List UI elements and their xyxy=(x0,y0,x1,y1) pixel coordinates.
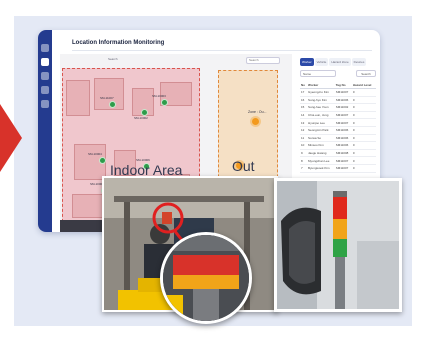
arrow-right-icon xyxy=(0,104,22,172)
room-block xyxy=(66,80,90,116)
tag-label: SM-10004 xyxy=(88,152,102,156)
table-cell: 0 xyxy=(351,96,376,105)
table-cell: 0 xyxy=(351,141,376,150)
tag-marker[interactable] xyxy=(110,102,115,107)
tag-marker[interactable] xyxy=(162,100,167,105)
table-cell: Hyunjoo Lee xyxy=(307,118,335,127)
table-cell: SM11002 xyxy=(334,103,352,112)
table-cell: Byungwook Kim xyxy=(307,164,335,173)
table-cell: Choi-eun, Jung xyxy=(307,111,335,120)
divider xyxy=(72,50,372,51)
table-row[interactable]: 13 Hyunjoo Lee SM11007 0 xyxy=(300,118,376,127)
table-cell: 9 xyxy=(300,149,308,158)
table-row[interactable]: 12 Seongmin Park SM11006 0 xyxy=(300,126,376,135)
tab-devices[interactable]: Devices xyxy=(351,58,367,66)
home-icon[interactable] xyxy=(41,44,49,52)
tag-label: SM-11007 xyxy=(100,96,114,100)
table-cell: SM11007 xyxy=(334,118,352,127)
sidebar xyxy=(38,30,52,232)
table-cell: 10 xyxy=(300,141,308,150)
table-body: 17 Gyeong-ho Kim SM11007 0 16 Sung-hyo Kim SM1… xyxy=(300,88,376,173)
table-row[interactable]: 14 Choi-eun, Jung SM11007 0 xyxy=(300,111,376,120)
table-cell: 0 xyxy=(351,149,376,158)
outdoor-label-line1: Out xyxy=(232,158,255,174)
table-cell: 16 xyxy=(300,96,308,105)
tower-light-graphic xyxy=(277,181,399,309)
table-cell: Sung-hyo Kim xyxy=(307,96,335,105)
table-cell: Sung-hee Yoon xyxy=(307,103,335,112)
table-cell: 7 xyxy=(300,164,308,173)
settings-icon[interactable] xyxy=(41,100,49,108)
zoom-detail-circle xyxy=(160,232,252,324)
table-row[interactable]: 16 Sung-hyo Kim SM11006 0 xyxy=(300,96,376,105)
table-row[interactable]: 8 Myungchan Lee SM11007 0 xyxy=(300,156,376,165)
table-cell: Myungchan Lee xyxy=(307,156,335,165)
table-cell: SM11006 xyxy=(334,141,352,150)
zone-tag: Zone : Ou... xyxy=(248,110,267,114)
map-icon[interactable] xyxy=(41,58,49,66)
filter-select[interactable]: Name xyxy=(300,70,336,77)
table-cell: 15 xyxy=(300,103,308,112)
table-cell: Jaegu Hwang xyxy=(307,149,335,158)
table-cell: 14 xyxy=(300,111,308,120)
table-cell: 0 xyxy=(351,103,376,112)
zoom-detail-graphic xyxy=(163,235,249,321)
table-row[interactable]: 15 Sung-hee Yoon SM11002 0 xyxy=(300,103,376,112)
map-search-input[interactable] xyxy=(246,57,280,64)
document-icon[interactable] xyxy=(41,86,49,94)
table-cell: 0 xyxy=(351,111,376,120)
table-cell: SM11006 xyxy=(334,134,352,143)
table-cell: SM11006 xyxy=(334,126,352,135)
page-title: Location Information Monitoring xyxy=(72,40,165,46)
table-cell: 13 xyxy=(300,118,308,127)
tag-label: SM-10002 xyxy=(134,116,148,120)
table-cell: 11 xyxy=(300,134,308,143)
table-cell: SM11007 xyxy=(334,111,352,120)
tower-light-photo xyxy=(274,178,402,312)
table-cell: Minsoo Kim xyxy=(307,141,335,150)
table-cell: 0 xyxy=(351,134,376,143)
table-cell: SM11007 xyxy=(334,164,352,173)
tab-worker[interactable]: Worker xyxy=(300,58,314,66)
table-row[interactable]: 11 Sonsa So SM11006 0 xyxy=(300,134,376,143)
tag-label: SM-10003 xyxy=(152,94,166,98)
alert-marker[interactable] xyxy=(252,118,259,125)
tag-marker[interactable] xyxy=(142,110,147,115)
table-cell: Gyeong-ho Kim xyxy=(307,88,335,97)
table-cell: 0 xyxy=(351,126,376,135)
table-cell: 12 xyxy=(300,126,308,135)
table-cell: Sonsa So xyxy=(307,134,335,143)
search-button[interactable]: Search xyxy=(356,70,376,77)
table-cell: SM11008 xyxy=(334,149,352,158)
tab-bar: Worker Vehicle Hazard Zone Devices xyxy=(300,58,367,66)
table-cell: 0 xyxy=(351,118,376,127)
tag-marker[interactable] xyxy=(100,158,105,163)
table-cell: 0 xyxy=(351,156,376,165)
table-row[interactable]: 7 Byungwook Kim SM11007 0 xyxy=(300,164,376,173)
tab-vehicle[interactable]: Vehicle xyxy=(314,58,329,66)
chart-icon[interactable] xyxy=(41,72,49,80)
worker-table: No Worker Tag No Hazard Level 17 Gyeong-h… xyxy=(300,82,376,173)
table-cell: 0 xyxy=(351,164,376,173)
room-block xyxy=(94,78,124,110)
table-cell: 0 xyxy=(351,88,376,97)
table-cell: Seongmin Park xyxy=(307,126,335,135)
table-row[interactable]: 9 Jaegu Hwang SM11008 0 xyxy=(300,149,376,158)
table-cell: SM11007 xyxy=(334,156,352,165)
table-row[interactable]: 17 Gyeong-ho Kim SM11007 0 xyxy=(300,88,376,97)
table-cell: 17 xyxy=(300,88,308,97)
table-cell: SM11007 xyxy=(334,88,352,97)
map-search-label: Search xyxy=(108,57,118,61)
table-row[interactable]: 10 Minsoo Kim SM11006 0 xyxy=(300,141,376,150)
tab-hazard-zone[interactable]: Hazard Zone xyxy=(329,58,351,66)
table-cell: 8 xyxy=(300,156,308,165)
table-cell: SM11006 xyxy=(334,96,352,105)
